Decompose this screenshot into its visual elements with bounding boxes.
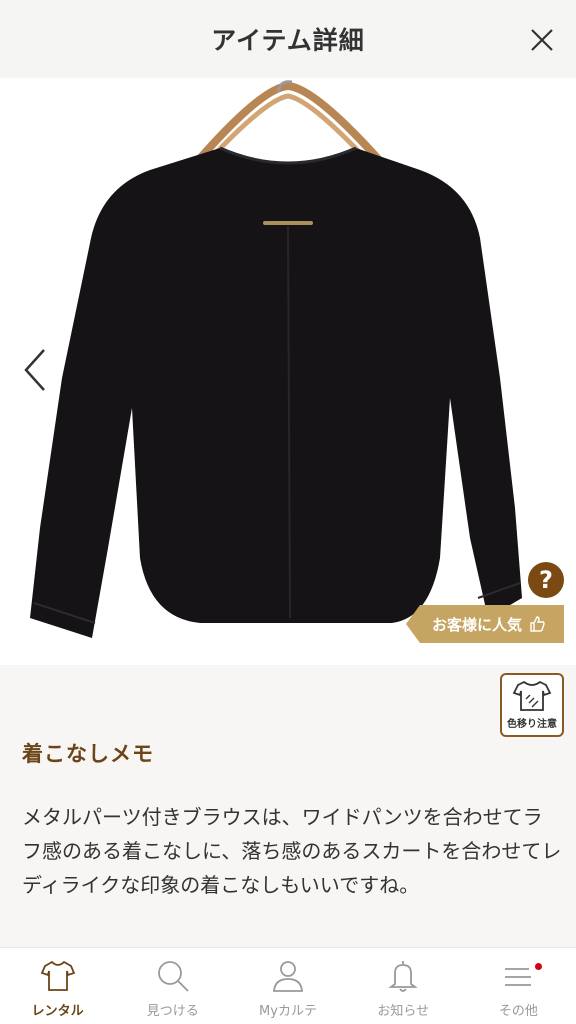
tab-find[interactable]: 見つける	[115, 948, 230, 1024]
chevron-left-icon[interactable]	[20, 346, 48, 394]
tab-label: その他	[498, 1004, 538, 1019]
tab-other[interactable]: その他	[461, 948, 576, 1024]
care-label-text: 色移り注意	[507, 719, 557, 730]
tab-label: Myカルテ	[259, 1004, 317, 1019]
tab-label: 見つける	[146, 1004, 199, 1019]
memo-title: 着こなしメモ	[22, 742, 154, 766]
product-image-carousel[interactable]: ? お客様に人気	[0, 78, 576, 665]
tab-notifications[interactable]: お知らせ	[346, 948, 461, 1024]
notification-dot	[535, 963, 543, 970]
close-icon[interactable]	[530, 28, 554, 52]
bottom-tab-bar: レンタル 見つける Myカルテ お知らせ その他	[0, 947, 576, 1024]
page-title: アイテム詳細	[211, 26, 365, 55]
menu-icon	[505, 968, 532, 986]
thumbs-up-icon	[530, 616, 545, 632]
tshirt-icon	[40, 960, 75, 991]
color-transfer-warning-icon[interactable]: 色移り注意	[500, 673, 564, 737]
tab-label: レンタル	[31, 1004, 84, 1019]
header-bar: アイテム詳細	[0, 0, 576, 78]
bell-icon	[388, 961, 418, 992]
metal-bar	[263, 221, 313, 225]
product-image	[30, 80, 522, 638]
tab-rental[interactable]: レンタル	[0, 948, 115, 1024]
tshirt-care-icon	[512, 680, 552, 711]
tab-label: お知らせ	[377, 1004, 430, 1019]
popular-badge: お客様に人気	[406, 605, 564, 643]
popular-badge-label: お客様に人気	[432, 615, 523, 634]
user-icon	[273, 961, 303, 992]
search-icon	[157, 961, 189, 992]
memo-text: メタルパーツ付きブラウスは、ワイドパンツを合わせてラフ感のある着こなしに、落ち感…	[22, 805, 562, 897]
tab-my-karte[interactable]: Myカルテ	[230, 948, 345, 1024]
help-button[interactable]: ?	[528, 562, 564, 598]
